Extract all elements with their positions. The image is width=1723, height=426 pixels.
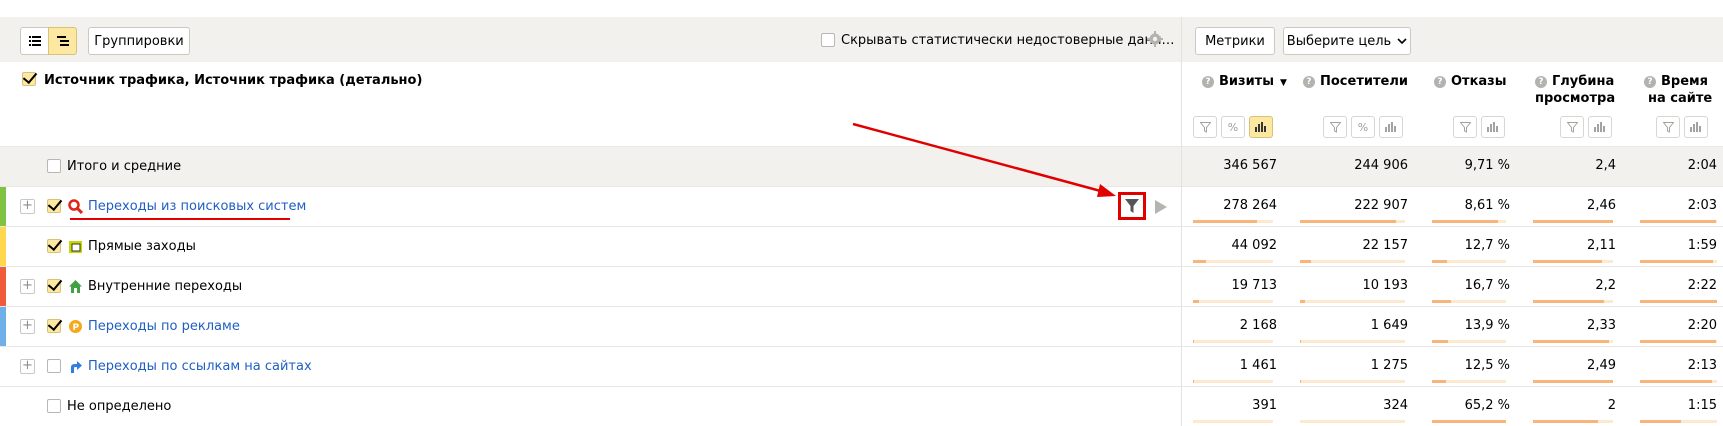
play-arrow-icon[interactable] <box>1155 200 1167 214</box>
annotation-underline <box>70 218 290 220</box>
annotation-arrow <box>852 122 1116 197</box>
filter-icon <box>1125 199 1139 213</box>
segment-filter-button[interactable] <box>1118 192 1146 220</box>
